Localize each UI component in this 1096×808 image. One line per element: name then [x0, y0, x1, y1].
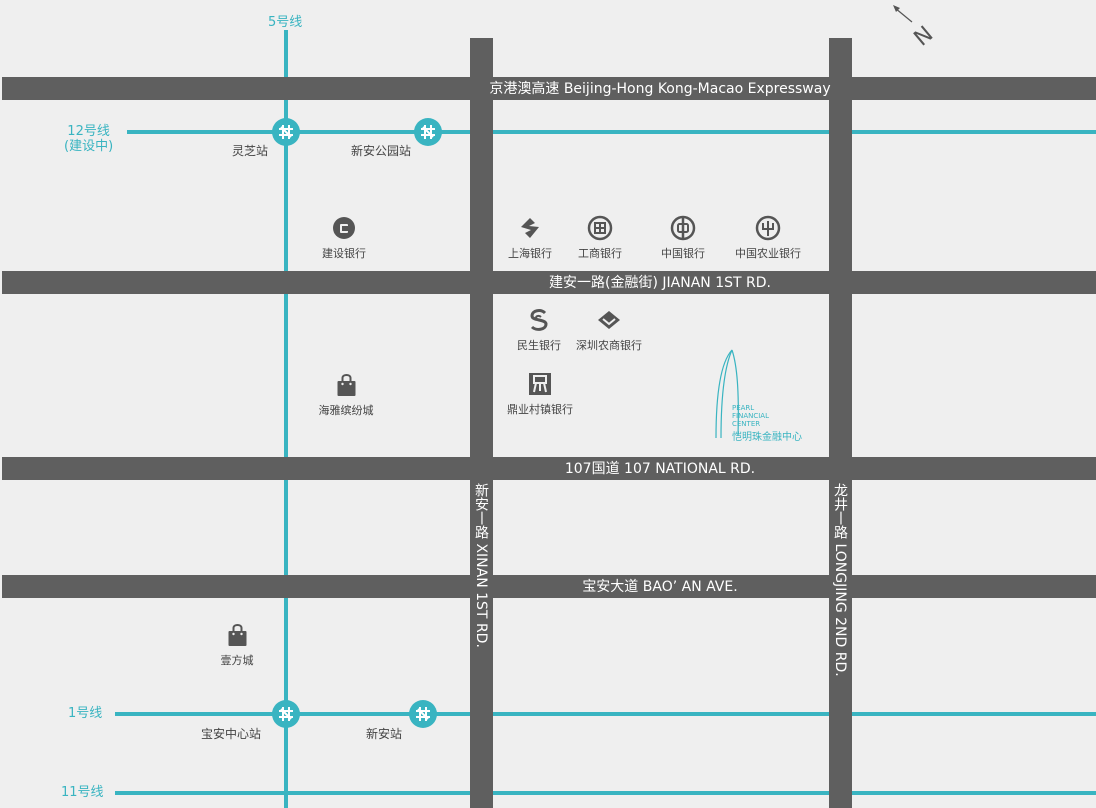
metro-label-line1: 1号线 — [68, 706, 103, 721]
poi-minsheng[interactable]: 民生银行 — [517, 307, 561, 353]
poi-haiya-mall[interactable]: 海雅缤纷城 — [319, 372, 374, 418]
station-name-baoanzhongxin: 宝安中心站 — [200, 727, 262, 741]
poi-label: 中国农业银行 — [735, 247, 801, 260]
poi-label: 壹方城 — [220, 654, 254, 667]
poi-dingyecun[interactable]: 鼎业村镇银行 — [507, 371, 573, 417]
boc-bank-icon — [670, 215, 696, 241]
metro-label-line11: 11号线 — [61, 785, 104, 800]
road-longjing-2nd — [829, 38, 852, 808]
station-name-xinan: 新安站 — [365, 727, 403, 741]
poi-ccb[interactable]: 建设银行 — [322, 215, 366, 261]
road-label-expressway: 京港澳高速 Beijing-Hong Kong-Macao Expressway — [489, 81, 831, 97]
metro-station-icon[interactable] — [409, 700, 437, 728]
metro-line-11 — [115, 791, 1096, 795]
dingyecun-bank-icon — [529, 373, 551, 395]
metro-label-line5: 5号线 — [268, 15, 303, 30]
road-label-xinan: 新安丨路 XINAN 1ST RD. — [473, 483, 489, 648]
poi-label: 建设银行 — [322, 247, 366, 260]
road-label-longjing: 龙井丨路 LONGJING 2ND RD. — [832, 483, 848, 677]
road-label-baoan: 宝安大道 BAO’ AN AVE. — [582, 579, 738, 595]
shopping-bag-icon — [337, 374, 355, 396]
metro-station-icon[interactable] — [272, 118, 300, 146]
icbc-bank-icon — [587, 215, 613, 241]
north-arrow: N — [886, 0, 946, 60]
poi-label: 上海银行 — [508, 247, 552, 260]
road-xinan-1st — [470, 38, 493, 808]
pearl-financial-center[interactable]: PEARL FINANCIAL CENTER 恺明珠金融中心 — [712, 348, 822, 443]
metro-station-icon[interactable] — [272, 700, 300, 728]
abc-bank-icon — [755, 215, 781, 241]
poi-label: 民生银行 — [517, 339, 561, 352]
minsheng-bank-icon — [530, 309, 548, 331]
poi-label: 工商银行 — [578, 247, 622, 260]
ccb-bank-icon — [333, 217, 355, 239]
pfc-cn-name: 恺明珠金融中心 — [732, 432, 802, 443]
pfc-en-line2: FINANCIAL — [732, 412, 769, 420]
metro-line-5 — [284, 30, 288, 808]
station-name-xinangongyuan: 新安公园站 — [350, 144, 412, 158]
shopping-bag-icon — [228, 624, 246, 646]
poi-shanghai-bank[interactable]: 上海银行 — [508, 215, 552, 261]
metro-station-icon[interactable] — [414, 118, 442, 146]
map-canvas: 京港澳高速 Beijing-Hong Kong-Macao Expressway… — [0, 0, 1096, 808]
shanghai-bank-icon — [521, 218, 539, 238]
poi-boc[interactable]: 中国银行 — [661, 215, 705, 261]
road-baoan-ave — [2, 575, 1096, 598]
pfc-en-line1: PEARL — [732, 404, 755, 412]
poi-label: 深圳农商银行 — [576, 339, 642, 352]
road-label-jianan: 建安一路(金融街) JIANAN 1ST RD. — [549, 275, 771, 291]
poi-abc[interactable]: 中国农业银行 — [735, 215, 801, 261]
szrcb-bank-icon — [598, 311, 620, 329]
poi-icbc[interactable]: 工商银行 — [578, 215, 622, 261]
metro-line-1 — [115, 712, 1096, 716]
poi-label: 中国银行 — [661, 247, 705, 260]
pfc-en-line3: CENTER — [732, 420, 761, 428]
poi-label: 鼎业村镇银行 — [507, 403, 573, 416]
metro-label-line12: 12号线 (建设中) — [64, 124, 114, 154]
road-label-107: 107国道 107 NATIONAL RD. — [564, 461, 756, 477]
poi-label: 海雅缤纷城 — [318, 404, 374, 417]
road-107-national — [2, 457, 1096, 480]
poi-yifang-mall[interactable]: 壹方城 — [221, 622, 254, 668]
poi-szrcb[interactable]: 深圳农商银行 — [576, 307, 642, 353]
station-name-lingzhi: 灵芝站 — [231, 144, 269, 158]
